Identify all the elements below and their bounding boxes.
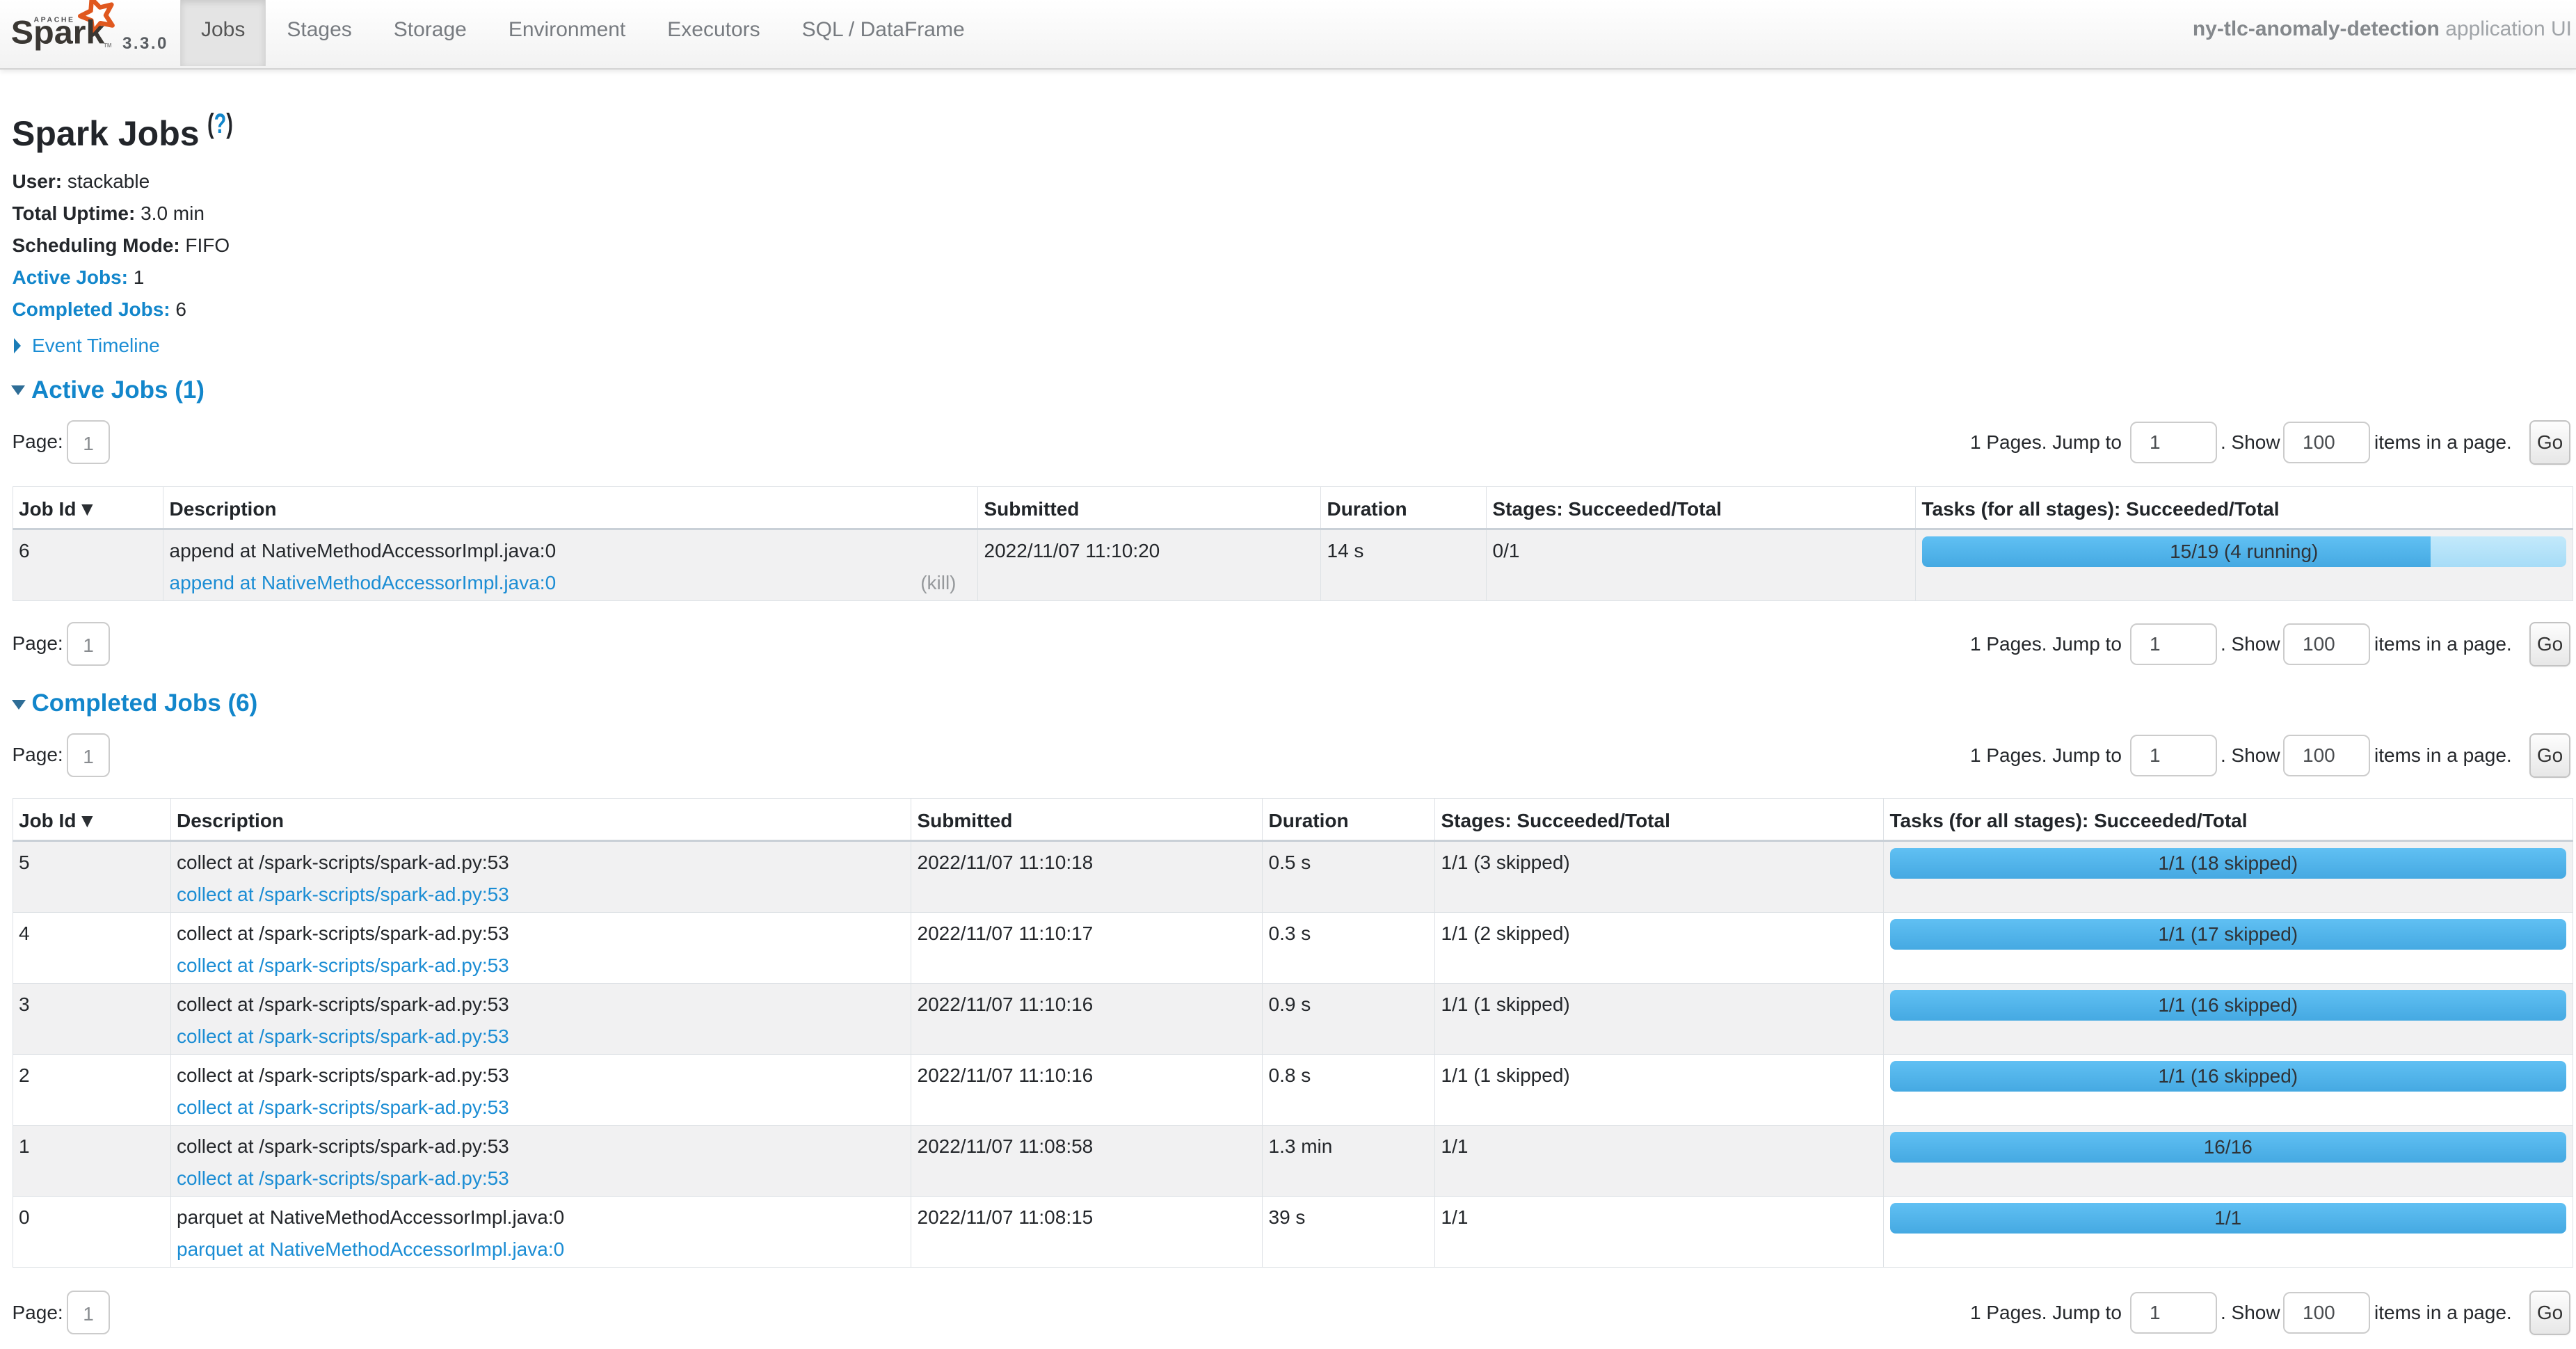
svg-text:TM: TM: [104, 42, 112, 49]
svg-text:Spark: Spark: [11, 15, 105, 51]
